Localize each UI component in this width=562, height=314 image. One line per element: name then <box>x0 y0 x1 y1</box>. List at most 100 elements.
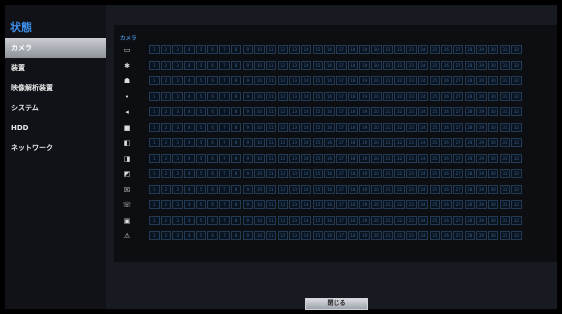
channel-cell[interactable]: 17 <box>336 91 347 101</box>
channel-cell[interactable]: 12 <box>277 231 289 240</box>
channel-cell[interactable]: 31 <box>499 60 511 70</box>
channel-cell[interactable]: 19 <box>359 184 370 194</box>
channel-cell[interactable]: 16 <box>324 76 335 85</box>
channel-cell[interactable]: 29 <box>476 215 487 225</box>
channel-cell[interactable]: 4 <box>184 184 195 194</box>
channel-cell[interactable]: 24 <box>417 122 429 132</box>
channel-cell[interactable]: 25 <box>429 153 440 163</box>
channel-cell[interactable]: 5 <box>195 91 207 101</box>
channel-cell[interactable]: 1 <box>149 138 160 147</box>
channel-cell[interactable]: 8 <box>230 76 242 85</box>
channel-cell[interactable]: 15 <box>312 215 324 225</box>
channel-cell[interactable]: 19 <box>359 153 370 163</box>
channel-cell[interactable]: 24 <box>417 91 429 101</box>
channel-cell[interactable]: 25 <box>429 169 440 178</box>
channel-cell[interactable]: 28 <box>464 60 476 70</box>
channel-cell[interactable]: 19 <box>359 169 370 178</box>
channel-cell[interactable]: 31 <box>499 91 511 101</box>
channel-cell[interactable]: 13 <box>289 91 300 101</box>
channel-cell[interactable]: 18 <box>347 153 359 163</box>
channel-cell[interactable]: 11 <box>265 184 277 194</box>
channel-cell[interactable]: 1 <box>149 231 160 240</box>
channel-cell[interactable]: 2 <box>160 45 172 54</box>
channel-cell[interactable]: 1 <box>149 45 160 54</box>
channel-cell[interactable]: 2 <box>160 184 172 194</box>
channel-cell[interactable]: 4 <box>184 91 195 101</box>
channel-cell[interactable]: 25 <box>429 60 440 70</box>
channel-cell[interactable]: 7 <box>219 231 230 240</box>
channel-cell[interactable]: 19 <box>359 215 370 225</box>
channel-cell[interactable]: 26 <box>441 169 452 178</box>
channel-cell[interactable]: 21 <box>382 200 394 209</box>
channel-cell[interactable]: 14 <box>300 231 312 240</box>
channel-cell[interactable]: 26 <box>441 45 452 54</box>
channel-cell[interactable]: 31 <box>499 122 511 132</box>
channel-cell[interactable]: 11 <box>265 60 277 70</box>
channel-cell[interactable]: 31 <box>499 138 511 147</box>
channel-cell[interactable]: 5 <box>195 169 207 178</box>
channel-cell[interactable]: 2 <box>160 169 172 178</box>
channel-cell[interactable]: 27 <box>452 122 464 132</box>
channel-cell[interactable]: 31 <box>499 169 511 178</box>
channel-cell[interactable]: 21 <box>382 153 394 163</box>
channel-cell[interactable]: 16 <box>324 200 335 209</box>
channel-cell[interactable]: 6 <box>207 76 218 85</box>
channel-cell[interactable]: 8 <box>230 153 242 163</box>
channel-cell[interactable]: 5 <box>195 138 207 147</box>
channel-cell[interactable]: 14 <box>300 122 312 132</box>
channel-cell[interactable]: 18 <box>347 45 359 54</box>
channel-cell[interactable]: 15 <box>312 153 324 163</box>
channel-cell[interactable]: 29 <box>476 200 487 209</box>
channel-cell[interactable]: 28 <box>464 138 476 147</box>
channel-cell[interactable]: 20 <box>371 107 382 116</box>
channel-cell[interactable]: 16 <box>324 138 335 147</box>
channel-cell[interactable]: 6 <box>207 231 218 240</box>
channel-cell[interactable]: 8 <box>230 215 242 225</box>
channel-cell[interactable]: 4 <box>184 122 195 132</box>
channel-cell[interactable]: 17 <box>336 215 347 225</box>
channel-cell[interactable]: 2 <box>160 215 172 225</box>
channel-cell[interactable]: 10 <box>254 45 265 54</box>
channel-cell[interactable]: 12 <box>277 91 289 101</box>
channel-cell[interactable]: 15 <box>312 91 324 101</box>
channel-cell[interactable]: 24 <box>417 200 429 209</box>
channel-cell[interactable]: 1 <box>149 215 160 225</box>
channel-cell[interactable]: 25 <box>429 45 440 54</box>
channel-cell[interactable]: 7 <box>219 45 230 54</box>
channel-cell[interactable]: 17 <box>336 60 347 70</box>
channel-cell[interactable]: 8 <box>230 107 242 116</box>
channel-cell[interactable]: 17 <box>336 122 347 132</box>
channel-cell[interactable]: 13 <box>289 184 300 194</box>
channel-cell[interactable]: 22 <box>394 215 405 225</box>
channel-cell[interactable]: 15 <box>312 76 324 85</box>
channel-cell[interactable]: 19 <box>359 200 370 209</box>
channel-cell[interactable]: 17 <box>336 169 347 178</box>
channel-cell[interactable]: 30 <box>487 60 499 70</box>
channel-cell[interactable]: 29 <box>476 184 487 194</box>
channel-cell[interactable]: 6 <box>207 107 218 116</box>
channel-cell[interactable]: 24 <box>417 153 429 163</box>
channel-cell[interactable]: 15 <box>312 60 324 70</box>
channel-cell[interactable]: 18 <box>347 231 359 240</box>
channel-cell[interactable]: 21 <box>382 169 394 178</box>
channel-cell[interactable]: 24 <box>417 231 429 240</box>
channel-cell[interactable]: 30 <box>487 122 499 132</box>
channel-cell[interactable]: 22 <box>394 231 405 240</box>
channel-cell[interactable]: 30 <box>487 76 499 85</box>
channel-cell[interactable]: 32 <box>511 122 522 132</box>
channel-cell[interactable]: 10 <box>254 60 265 70</box>
channel-cell[interactable]: 25 <box>429 184 440 194</box>
channel-cell[interactable]: 13 <box>289 76 300 85</box>
channel-cell[interactable]: 32 <box>511 169 522 178</box>
channel-cell[interactable]: 23 <box>406 76 417 85</box>
channel-cell[interactable]: 22 <box>394 138 405 147</box>
channel-cell[interactable]: 5 <box>195 76 207 85</box>
channel-cell[interactable]: 3 <box>172 231 183 240</box>
channel-cell[interactable]: 27 <box>452 60 464 70</box>
channel-cell[interactable]: 23 <box>406 60 417 70</box>
channel-cell[interactable]: 2 <box>160 107 172 116</box>
channel-cell[interactable]: 29 <box>476 169 487 178</box>
channel-cell[interactable]: 10 <box>254 107 265 116</box>
channel-cell[interactable]: 16 <box>324 184 335 194</box>
channel-cell[interactable]: 19 <box>359 231 370 240</box>
